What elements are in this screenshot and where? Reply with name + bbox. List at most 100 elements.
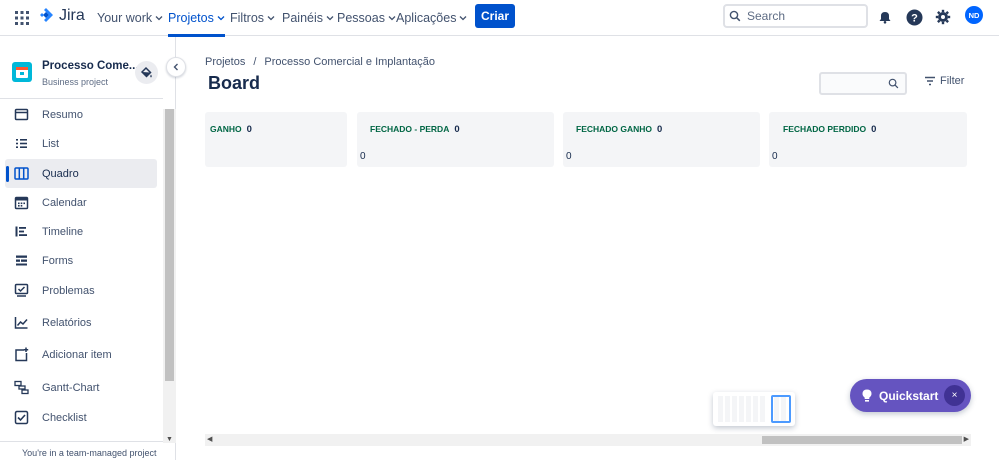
issues-icon — [14, 283, 29, 297]
filter-icon — [925, 76, 935, 86]
column-title-text: FECHADO PERDIDO — [783, 124, 867, 134]
project-avatar-icon — [12, 62, 32, 82]
sidebar-item-label: Resumo — [42, 108, 83, 121]
filter-button[interactable]: Filter — [924, 75, 964, 87]
board-icon — [14, 167, 29, 180]
app-switcher-icon[interactable] — [14, 10, 30, 26]
collapse-sidebar-button[interactable] — [166, 57, 186, 77]
chevron-down-icon — [155, 16, 163, 21]
chevron-down-icon — [388, 16, 396, 21]
project-sidebar: Processo Come... Business project Resumo… — [0, 37, 176, 460]
column-total: 0 — [360, 151, 366, 162]
project-theme-button[interactable] — [135, 61, 158, 84]
selected-indicator — [6, 166, 9, 182]
chevron-down-icon — [217, 16, 225, 21]
sidebar-item-gantt-chart[interactable]: Gantt-Chart — [5, 373, 157, 402]
calendar-icon — [14, 196, 29, 210]
summary-icon — [14, 108, 29, 121]
board-column[interactable]: FECHADO GANHO 0 0 — [563, 112, 760, 167]
sidebar-item-problemas[interactable]: Problemas — [5, 276, 157, 305]
jira-logo-icon — [40, 8, 53, 22]
scroll-right-arrow[interactable]: ▶ — [964, 435, 969, 443]
sidebar-item-list[interactable]: List — [5, 129, 157, 158]
board-horizontal-scrollbar[interactable]: ◀ ▶ — [205, 434, 971, 446]
nav-projetos[interactable]: Projetos — [168, 0, 225, 37]
nav-label: Your work — [97, 11, 153, 25]
scroll-down-arrow[interactable]: ▼ — [166, 436, 173, 443]
column-count: 0 — [454, 124, 460, 135]
scrollbar-thumb[interactable] — [762, 436, 962, 444]
sidebar-item-resumo[interactable]: Resumo — [5, 100, 157, 129]
board-column[interactable]: FECHADO - PERDA 0 0 — [357, 112, 554, 167]
board-search-input[interactable] — [825, 78, 885, 90]
sidebar-item-label: Problemas — [42, 284, 95, 297]
board-column[interactable]: GANHO 0 — [205, 112, 347, 167]
sidebar-item-forms[interactable]: Forms — [5, 246, 157, 275]
column-count: 0 — [246, 124, 252, 135]
quickstart-label: Quickstart — [879, 388, 939, 403]
add-item-icon — [15, 347, 29, 362]
team-managed-note[interactable]: You're in a team-managed project — [22, 448, 156, 458]
scroll-left-arrow[interactable]: ◀ — [207, 435, 212, 443]
sidebar-item-quadro[interactable]: Quadro — [5, 159, 157, 188]
minimap-column — [732, 396, 737, 422]
board-column[interactable]: FECHADO PERDIDO 0 0 — [769, 112, 967, 167]
breadcrumb-projetos[interactable]: Projetos — [205, 56, 245, 68]
lightbulb-icon — [862, 389, 872, 402]
scrollbar-thumb[interactable] — [165, 109, 174, 381]
search-input[interactable] — [747, 9, 857, 23]
sidebar-item-label: Calendar — [42, 196, 87, 209]
global-search[interactable] — [723, 4, 868, 28]
project-name: Processo Come... — [42, 60, 139, 72]
column-title-text: FECHADO - PERDA — [370, 124, 450, 134]
nav-label: Pessoas — [337, 11, 385, 25]
filter-label: Filter — [940, 75, 965, 87]
user-avatar[interactable]: ND — [965, 6, 983, 24]
column-count: 0 — [871, 124, 877, 135]
settings-button[interactable] — [933, 7, 953, 27]
reports-icon — [14, 317, 28, 329]
top-navigation: Jira Your work Projetos Filtros Painéis … — [0, 0, 999, 37]
help-button[interactable]: ? — [904, 7, 924, 27]
nav-paineis[interactable]: Painéis — [282, 0, 334, 36]
minimap-column — [725, 396, 730, 422]
column-title: GANHO 0 — [210, 124, 252, 135]
sidebar-item-calendar[interactable]: Calendar — [5, 188, 157, 217]
sidebar-item-relatorios[interactable]: Relatórios — [5, 308, 157, 337]
page-title: Board — [208, 73, 261, 93]
nav-label: Aplicações — [396, 11, 457, 25]
list-icon — [16, 139, 27, 148]
sidebar-divider — [0, 98, 163, 99]
jira-logo[interactable]: Jira — [38, 7, 85, 25]
search-icon — [729, 10, 741, 22]
nav-label: Painéis — [282, 11, 323, 25]
forms-icon — [16, 255, 27, 266]
minimap-column — [753, 396, 758, 422]
project-type: Business project — [42, 77, 109, 87]
sidebar-item-timeline[interactable]: Timeline — [5, 217, 157, 246]
minimap-viewport[interactable] — [771, 395, 791, 423]
quickstart-close-button[interactable]: × — [944, 385, 965, 406]
sidebar-scrollbar[interactable]: ▼ — [163, 109, 176, 443]
nav-aplicacoes[interactable]: Aplicações — [396, 0, 467, 36]
nav-your-work[interactable]: Your work — [97, 0, 163, 36]
nav-pessoas[interactable]: Pessoas — [337, 0, 396, 36]
board-search[interactable] — [819, 72, 907, 95]
chevron-down-icon — [459, 16, 467, 21]
breadcrumb: Projetos / Processo Comercial e Implanta… — [205, 56, 435, 68]
minimap-column — [718, 396, 723, 422]
column-title: FECHADO PERDIDO 0 — [783, 124, 876, 135]
quickstart-button[interactable]: Quickstart × — [850, 379, 971, 412]
create-button[interactable]: Criar — [475, 4, 515, 28]
help-icon: ? — [906, 9, 922, 25]
nav-label: Projetos — [168, 11, 214, 25]
sidebar-item-checklist[interactable]: Checklist — [5, 403, 157, 432]
notifications-button[interactable] — [875, 7, 895, 27]
nav-filtros[interactable]: Filtros — [230, 0, 275, 36]
sidebar-item-label: Relatórios — [42, 316, 92, 329]
chevron-left-icon — [173, 63, 178, 71]
sidebar-item-adicionar-item[interactable]: Adicionar item — [5, 340, 157, 369]
nav-label: Filtros — [230, 11, 265, 25]
breadcrumb-project[interactable]: Processo Comercial e Implantação — [264, 56, 435, 68]
board-minimap[interactable] — [713, 392, 795, 426]
